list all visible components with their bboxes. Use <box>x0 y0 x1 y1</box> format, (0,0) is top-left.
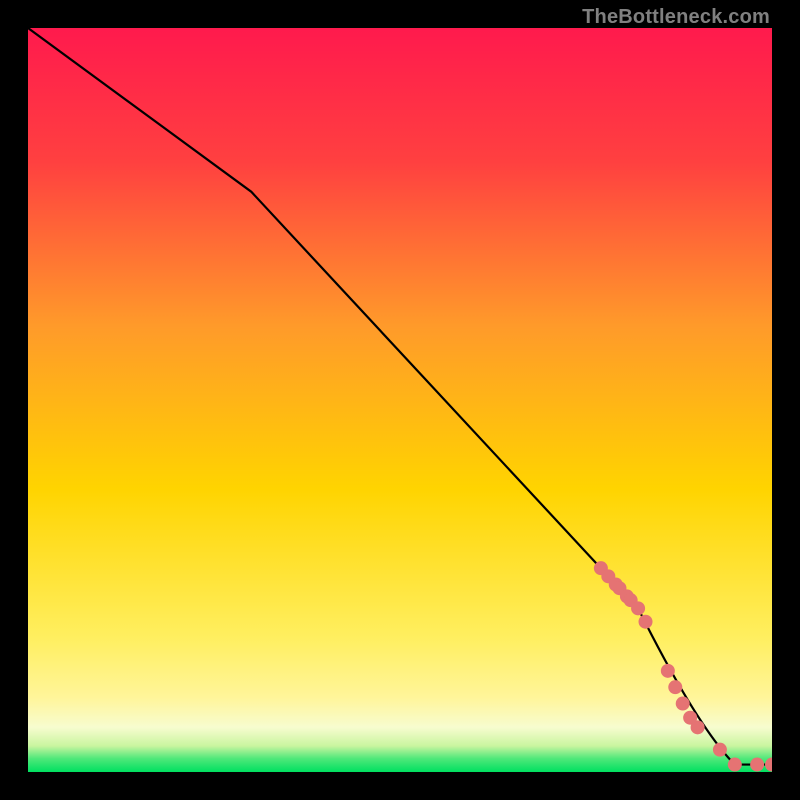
data-marker <box>713 743 727 757</box>
chart-svg <box>28 28 772 772</box>
data-marker <box>728 758 742 772</box>
data-marker <box>765 758 772 772</box>
bottleneck-curve <box>28 28 772 765</box>
data-marker <box>676 697 690 711</box>
data-marker <box>639 615 653 629</box>
data-marker <box>661 664 675 678</box>
data-markers <box>594 561 772 771</box>
data-marker <box>668 680 682 694</box>
data-marker <box>750 758 764 772</box>
chart-frame: TheBottleneck.com <box>0 0 800 800</box>
data-marker <box>691 720 705 734</box>
data-marker <box>631 601 645 615</box>
plot-area <box>28 28 772 772</box>
attribution-label: TheBottleneck.com <box>582 6 770 29</box>
curve-path <box>28 28 772 765</box>
